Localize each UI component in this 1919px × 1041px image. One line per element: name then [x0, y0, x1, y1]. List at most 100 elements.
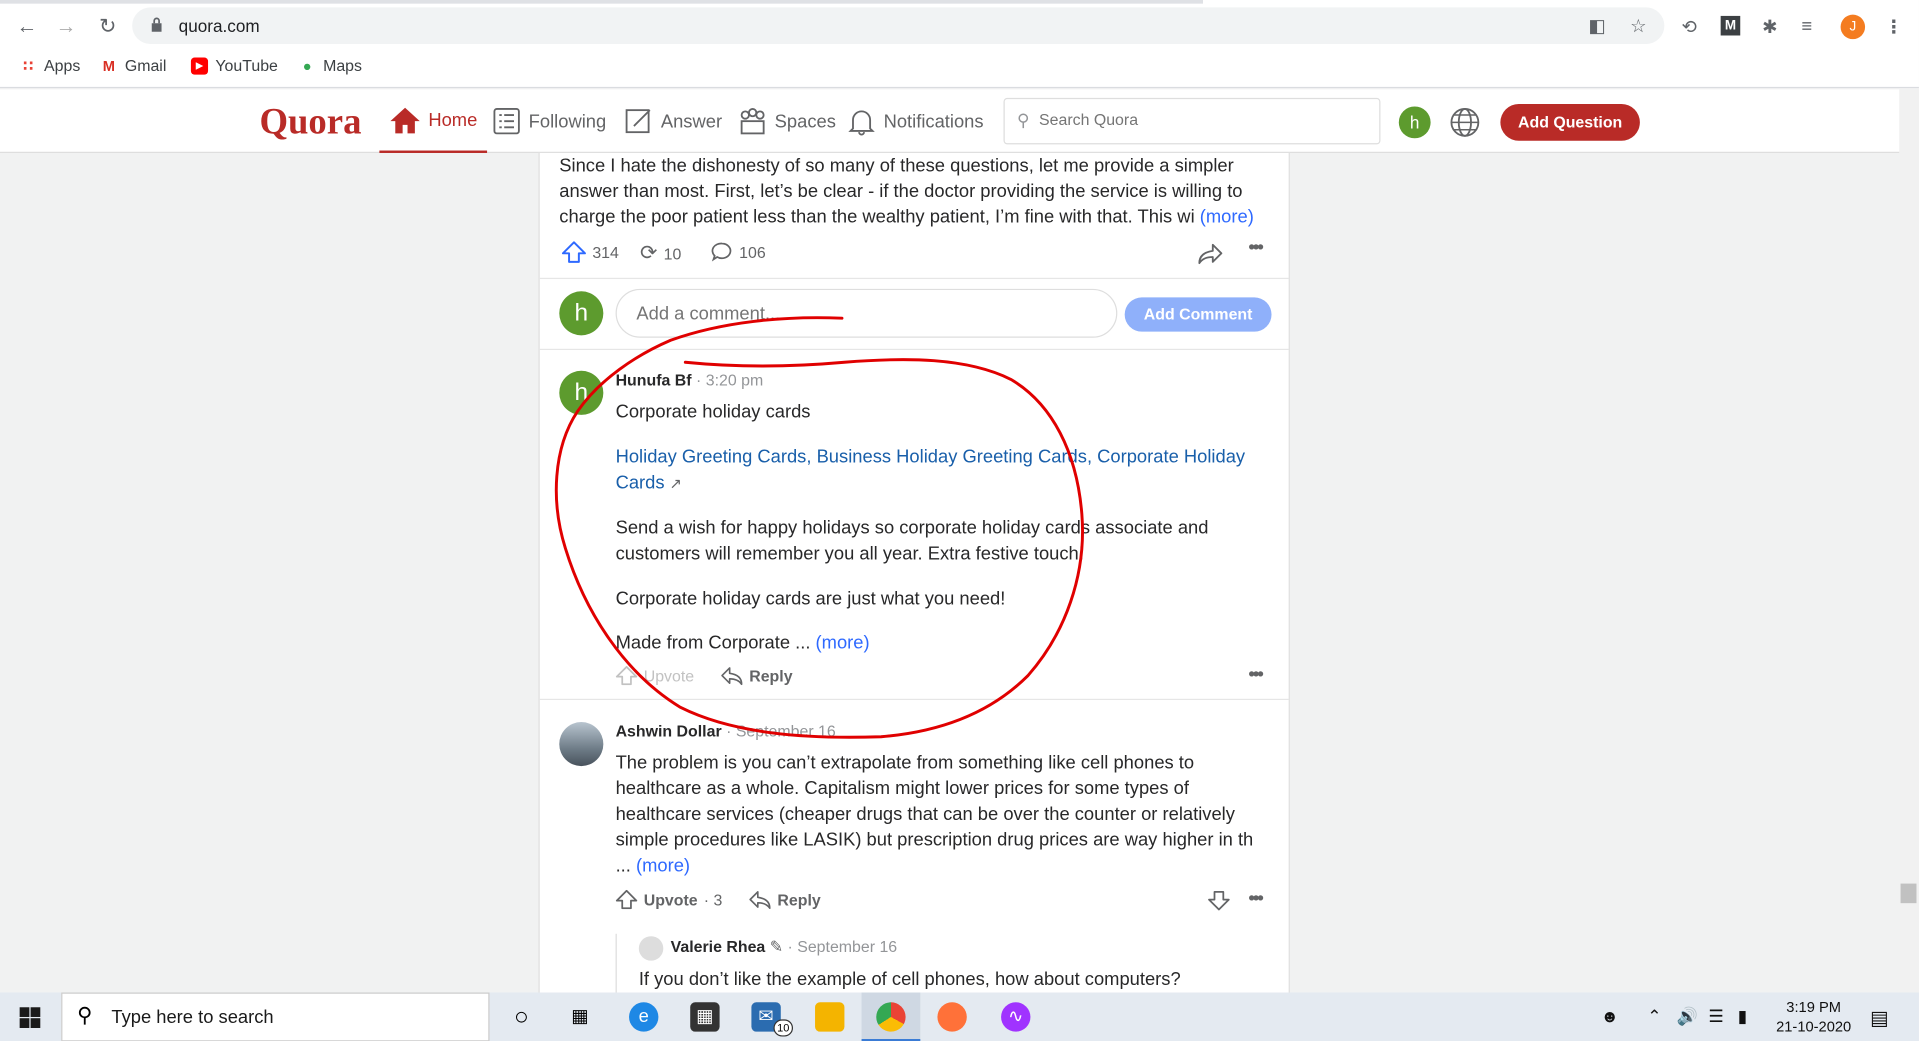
- answer-actions: 314 ⟳ 10 106 •••: [559, 237, 1275, 268]
- comment-author-avatar[interactable]: h: [559, 370, 604, 415]
- comment-body: The problem is you can’t extrapolate fro…: [616, 750, 1271, 878]
- globe-icon[interactable]: [1449, 106, 1481, 138]
- comment-field[interactable]: [615, 288, 1118, 338]
- more-options-icon[interactable]: •••: [1248, 665, 1264, 687]
- apps-grid-icon: ∷: [23, 56, 34, 75]
- upvote-count: 314: [592, 242, 619, 262]
- store-icon[interactable]: ▦: [690, 1002, 720, 1032]
- page-scrollbar[interactable]: [1899, 89, 1919, 993]
- comment-upvote-button[interactable]: Upvote: [615, 665, 695, 686]
- comment-paragraph: Corporate holiday cards are just what yo…: [615, 588, 1006, 610]
- cortana-icon[interactable]: ○: [507, 1002, 536, 1031]
- comment-more-link[interactable]: (more): [816, 633, 870, 654]
- comment-upvote-button[interactable]: Upvote · 3: [615, 889, 723, 910]
- edge-icon[interactable]: e: [629, 1002, 659, 1032]
- comments-button[interactable]: 106: [711, 241, 766, 263]
- bell-icon: [848, 110, 875, 136]
- add-question-button[interactable]: Add Question: [1500, 104, 1640, 141]
- comment-author[interactable]: Ashwin Dollar: [616, 722, 722, 740]
- chrome-menu-icon[interactable]: ⋮: [1885, 16, 1903, 38]
- bookmark-maps[interactable]: ● Maps: [299, 56, 362, 74]
- upvote-button[interactable]: 314: [561, 241, 619, 263]
- taskbar-chrome-active[interactable]: [861, 992, 921, 1041]
- comment-text: The problem is you can’t extrapolate fro…: [615, 752, 1254, 851]
- people-icon[interactable]: ☻: [1601, 1006, 1619, 1026]
- reply-author[interactable]: Valerie Rhea: [671, 937, 766, 955]
- divider: [539, 277, 1289, 280]
- media-queue-icon[interactable]: ≡: [1801, 16, 1812, 37]
- nav-home[interactable]: Home: [379, 89, 488, 153]
- add-comment-row: h Add Comment: [559, 288, 1272, 340]
- windows-start-icon[interactable]: [19, 1007, 41, 1028]
- home-icon: [390, 107, 420, 134]
- history-icon[interactable]: ⟲: [1682, 16, 1697, 38]
- comment-actions: Upvote · 3 Reply: [615, 889, 821, 910]
- reply-time: · September 16: [787, 937, 898, 956]
- more-options-icon[interactable]: •••: [1248, 237, 1264, 259]
- page-scrollbar-thumb[interactable]: [1900, 883, 1917, 904]
- comment-author-avatar[interactable]: [559, 722, 604, 767]
- bookmark-youtube[interactable]: ▶ YouTube: [190, 56, 278, 75]
- upvote-arrow-icon: [615, 665, 638, 686]
- nav-label: Spaces: [774, 110, 836, 132]
- answer-more-link[interactable]: (more): [1200, 207, 1254, 228]
- volume-icon[interactable]: 🔊: [1677, 1006, 1698, 1027]
- file-explorer-icon[interactable]: [815, 1002, 845, 1032]
- extension-m-icon[interactable]: M: [1720, 15, 1741, 36]
- search-icon: ⚲: [1016, 110, 1030, 130]
- comment-more-link[interactable]: (more): [636, 855, 690, 876]
- firefox-icon[interactable]: [937, 1002, 967, 1032]
- taskbar-search[interactable]: ⚲ Type here to search: [61, 992, 490, 1041]
- address-bar[interactable]: quora.com ◧ ☆: [132, 7, 1665, 45]
- task-view-icon[interactable]: ▦: [565, 1002, 594, 1031]
- forward-button[interactable]: →: [54, 15, 78, 39]
- tab-strip: [0, 0, 1203, 4]
- bookmark-label: YouTube: [215, 56, 278, 75]
- search-box[interactable]: ⚲: [1003, 97, 1381, 145]
- quora-logo[interactable]: Quora: [259, 102, 361, 144]
- reply-label: Reply: [777, 890, 821, 909]
- nav-spaces[interactable]: Spaces: [738, 89, 836, 153]
- upvote-count: · 3: [703, 890, 723, 909]
- user-avatar[interactable]: h: [1398, 106, 1431, 139]
- reply-author-avatar[interactable]: [638, 936, 664, 961]
- share-button[interactable]: ⟳ 10: [640, 241, 681, 265]
- nav-notifications[interactable]: Notifications: [847, 89, 984, 153]
- youtube-icon: ▶: [190, 56, 209, 75]
- back-button[interactable]: ←: [15, 15, 39, 39]
- upvote-arrow-icon: [561, 241, 586, 263]
- downvote-arrow-icon[interactable]: [1208, 890, 1230, 912]
- taskbar-search-placeholder: Type here to search: [111, 1007, 274, 1028]
- share-arrow-icon[interactable]: [1198, 242, 1223, 265]
- more-options-icon[interactable]: •••: [1248, 888, 1264, 910]
- profile-avatar[interactable]: J: [1840, 14, 1866, 40]
- tray-chevron-icon[interactable]: ⌃: [1647, 1006, 1661, 1027]
- messenger-icon[interactable]: ∿: [1001, 1002, 1031, 1032]
- bookmark-apps[interactable]: ∷ Apps: [20, 56, 80, 75]
- upvote-arrow-icon: [615, 889, 638, 910]
- taskbar-clock[interactable]: 3:19 PM 21-10-2020: [1762, 997, 1865, 1036]
- add-comment-button[interactable]: Add Comment: [1124, 297, 1272, 332]
- wifi-icon[interactable]: ☰: [1708, 1006, 1723, 1027]
- comment-input[interactable]: [636, 303, 1090, 325]
- comment-link[interactable]: Holiday Greeting Cards, Business Holiday…: [616, 447, 1246, 494]
- search-input[interactable]: [1039, 110, 1358, 129]
- comment-truncated-text: Made from Corporate ...: [615, 632, 811, 654]
- edit-pencil-icon: ✎: [769, 937, 784, 956]
- translate-icon[interactable]: ◧: [1588, 15, 1605, 37]
- bookmarks-bar: ∷ Apps M Gmail ▶ YouTube ● Maps: [0, 51, 1919, 83]
- comment-meta: Ashwin Dollar · September 16: [616, 722, 836, 740]
- bookmark-gmail[interactable]: M Gmail: [100, 56, 167, 74]
- nav-following[interactable]: Following: [492, 89, 606, 153]
- action-center-icon[interactable]: ▤: [1870, 1006, 1889, 1030]
- bookmark-star-icon[interactable]: ☆: [1630, 15, 1646, 37]
- battery-icon[interactable]: ▮: [1738, 1006, 1747, 1027]
- answer-feed: Since I hate the dishonesty of so many o…: [538, 152, 1290, 993]
- nav-answer[interactable]: Answer: [624, 89, 722, 153]
- extensions-puzzle-icon[interactable]: ✱: [1762, 16, 1777, 38]
- comment-reply-button[interactable]: Reply: [749, 890, 821, 910]
- comment-author[interactable]: Hunufa Bf: [616, 371, 692, 389]
- reload-button[interactable]: ↻: [95, 15, 119, 39]
- comment-reply-button[interactable]: Reply: [721, 666, 793, 686]
- upvote-label: Upvote: [643, 666, 695, 685]
